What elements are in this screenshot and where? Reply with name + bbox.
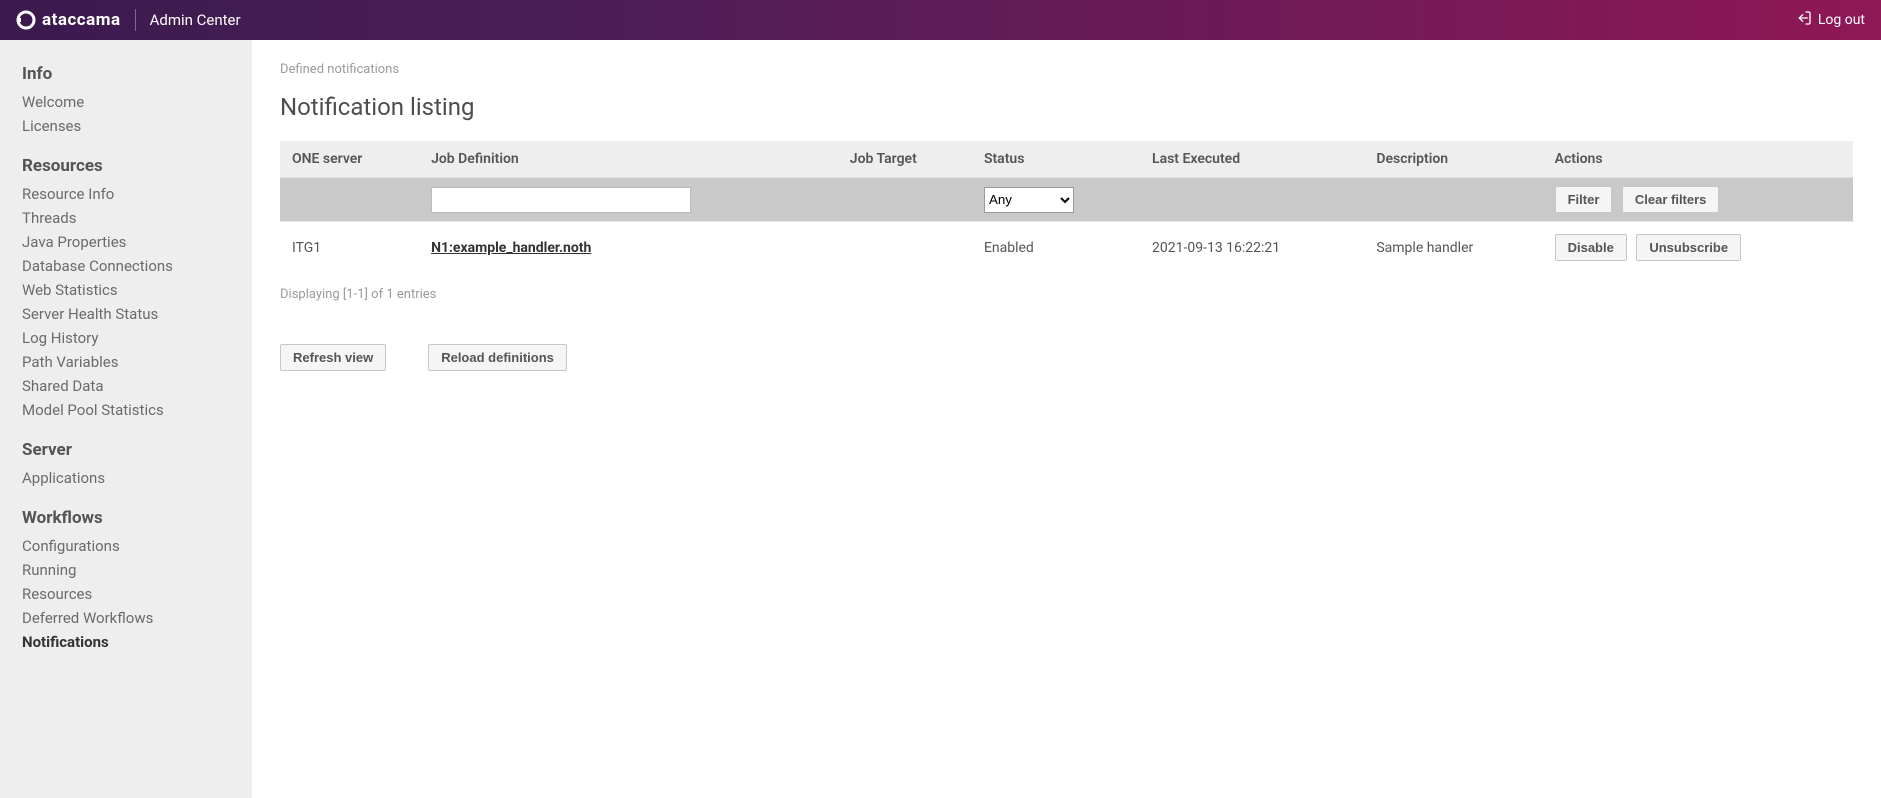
job-definition-filter-input[interactable] <box>431 187 691 213</box>
sidebar-item-resources[interactable]: Resources <box>22 582 230 606</box>
sidebar-item-shared-data[interactable]: Shared Data <box>22 374 230 398</box>
top-bar-left: ataccama Admin Center <box>16 9 241 31</box>
sidebar-item-deferred-workflows[interactable]: Deferred Workflows <box>22 606 230 630</box>
refresh-view-button[interactable]: Refresh view <box>280 344 386 371</box>
bottom-actions: Refresh view Reload definitions <box>280 344 1853 371</box>
sidebar: Info WelcomeLicenses Resources Resource Inf… <box>0 40 252 798</box>
sidebar-heading: Server <box>22 440 230 460</box>
status-filter-select[interactable]: Any <box>984 187 1074 213</box>
brand-logo-icon <box>16 10 36 30</box>
sidebar-item-server-health-status[interactable]: Server Health Status <box>22 302 230 326</box>
sidebar-heading: Info <box>22 64 230 84</box>
reload-definitions-button[interactable]: Reload definitions <box>428 344 567 371</box>
notifications-table: ONE server Job Definition Job Target Sta… <box>280 141 1853 273</box>
sidebar-item-web-statistics[interactable]: Web Statistics <box>22 278 230 302</box>
cell-status: Enabled <box>972 222 1140 274</box>
unsubscribe-button[interactable]: Unsubscribe <box>1636 234 1741 261</box>
col-one-server: ONE server <box>280 141 419 178</box>
sidebar-item-log-history[interactable]: Log History <box>22 326 230 350</box>
col-job-definition: Job Definition <box>419 141 838 178</box>
sidebar-item-database-connections[interactable]: Database Connections <box>22 254 230 278</box>
logout-icon <box>1796 10 1812 30</box>
page-title: Notification listing <box>280 93 1853 121</box>
sidebar-item-running[interactable]: Running <box>22 558 230 582</box>
sidebar-item-path-variables[interactable]: Path Variables <box>22 350 230 374</box>
sidebar-group: Server Applications <box>22 440 230 490</box>
logout-label: Log out <box>1818 12 1865 28</box>
disable-button[interactable]: Disable <box>1555 234 1627 261</box>
col-description: Description <box>1364 141 1542 178</box>
entries-text: Displaying [1-1] of 1 entries <box>280 287 1853 302</box>
sidebar-group: Workflows ConfigurationsRunningResourcesD… <box>22 508 230 654</box>
top-bar: ataccama Admin Center Log out <box>0 0 1881 40</box>
sidebar-item-notifications[interactable]: Notifications <box>22 630 230 654</box>
cell-one-server: ITG1 <box>280 222 419 274</box>
sidebar-item-resource-info[interactable]: Resource Info <box>22 182 230 206</box>
sidebar-heading: Workflows <box>22 508 230 528</box>
sidebar-group: Resources Resource InfoThreadsJava Proper… <box>22 156 230 422</box>
sidebar-heading: Resources <box>22 156 230 176</box>
logout-button[interactable]: Log out <box>1796 10 1865 30</box>
divider <box>135 9 136 31</box>
col-last-executed: Last Executed <box>1140 141 1364 178</box>
sidebar-item-configurations[interactable]: Configurations <box>22 534 230 558</box>
table-header-row: ONE server Job Definition Job Target Sta… <box>280 141 1853 178</box>
filter-button[interactable]: Filter <box>1555 186 1613 213</box>
breadcrumb: Defined notifications <box>280 62 1853 77</box>
cell-last-executed: 2021-09-13 16:22:21 <box>1140 222 1364 274</box>
col-job-target: Job Target <box>838 141 972 178</box>
sidebar-group: Info WelcomeLicenses <box>22 64 230 138</box>
table-row: ITG1 N1:example_handler.noth Enabled 202… <box>280 222 1853 274</box>
app-title: Admin Center <box>150 11 241 29</box>
sidebar-item-applications[interactable]: Applications <box>22 466 230 490</box>
col-actions: Actions <box>1543 141 1853 178</box>
layout: Info WelcomeLicenses Resources Resource Inf… <box>0 40 1881 798</box>
sidebar-item-model-pool-statistics[interactable]: Model Pool Statistics <box>22 398 230 422</box>
clear-filters-button[interactable]: Clear filters <box>1622 186 1720 213</box>
job-definition-link[interactable]: N1:example_handler.noth <box>431 240 591 256</box>
cell-job-target <box>838 222 972 274</box>
sidebar-item-welcome[interactable]: Welcome <box>22 90 230 114</box>
col-status: Status <box>972 141 1140 178</box>
filter-row: Any Filter Clear filters <box>280 178 1853 222</box>
cell-description: Sample handler <box>1364 222 1542 274</box>
brand[interactable]: ataccama <box>16 10 121 30</box>
brand-text: ataccama <box>42 10 121 30</box>
sidebar-item-licenses[interactable]: Licenses <box>22 114 230 138</box>
sidebar-item-threads[interactable]: Threads <box>22 206 230 230</box>
main-content: Defined notifications Notification listi… <box>252 40 1881 798</box>
sidebar-item-java-properties[interactable]: Java Properties <box>22 230 230 254</box>
